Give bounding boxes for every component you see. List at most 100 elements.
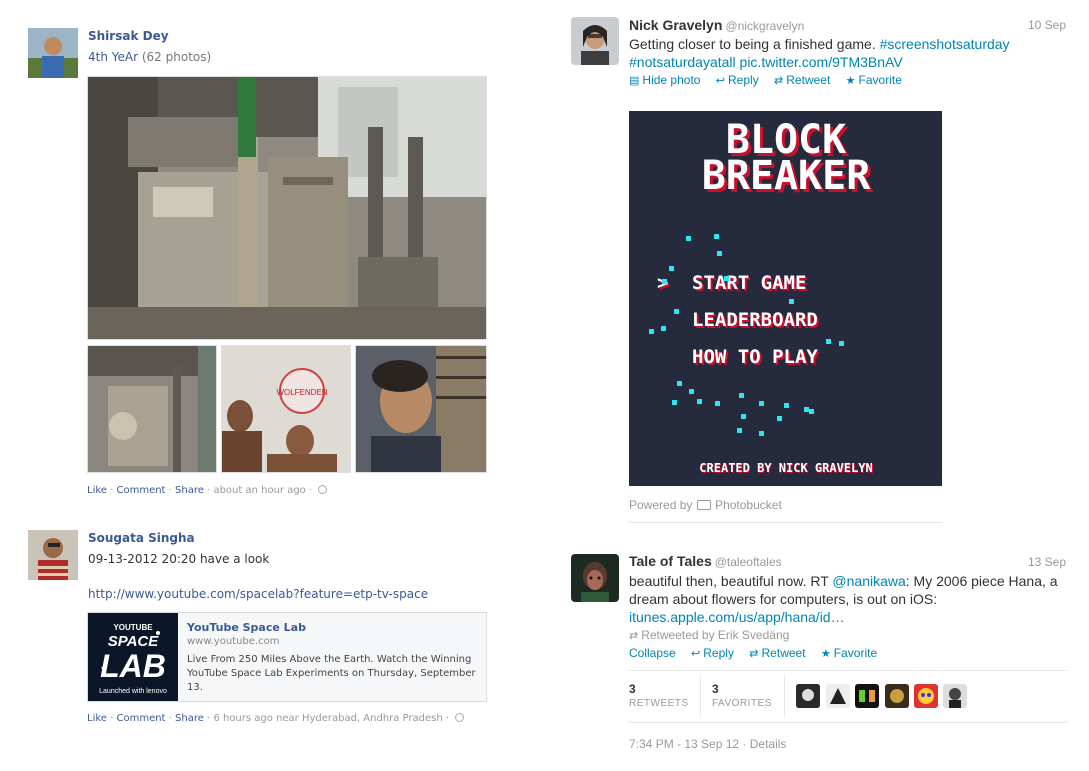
tweet-text-body: beautiful then, beautiful now. RT — [629, 573, 829, 589]
author-name[interactable]: Tale of Tales — [629, 553, 712, 569]
powered-by-label: Powered by — [629, 498, 693, 512]
favorite-button[interactable]: ★ Favorite — [821, 646, 877, 660]
favoriter-avatar[interactable] — [885, 684, 909, 708]
tweet-text: Getting closer to being a finished game.… — [629, 35, 1069, 71]
shared-url-link[interactable]: http://www.youtube.com/spacelab?feature=… — [88, 587, 428, 601]
share-link[interactable]: Share — [175, 713, 204, 724]
star-icon: ★ — [845, 75, 856, 87]
tweet-date[interactable]: 10 Sep — [1028, 18, 1066, 32]
tweet-date[interactable]: 13 Sep — [1028, 555, 1066, 569]
particle — [724, 276, 729, 281]
retweeted-by: ⇄ Retweeted by Erik Svedäng — [629, 628, 789, 642]
logo-line-3: LAB — [100, 648, 166, 684]
comment-link[interactable]: Comment — [116, 485, 165, 496]
avatar[interactable] — [28, 530, 78, 580]
retweet-label: Retweet — [761, 646, 806, 660]
tweet-author[interactable]: Tale of Tales @taleoftales — [629, 553, 782, 569]
details-link[interactable]: Details — [750, 737, 787, 751]
photobucket-link[interactable]: Photobucket — [715, 498, 782, 512]
avatar[interactable] — [571, 17, 619, 65]
favoriter-avatar[interactable] — [855, 684, 879, 708]
favoriter-avatar[interactable] — [796, 684, 820, 708]
timestamp-text[interactable]: 7:34 PM - 13 Sep 12 — [629, 737, 739, 751]
particle — [741, 414, 746, 419]
tweet-timestamp: 7:34 PM - 13 Sep 12 · Details — [629, 737, 787, 751]
photo-icon: ▤ — [629, 75, 640, 87]
favoriter-avatar[interactable] — [943, 684, 967, 708]
author-handle[interactable]: @nickgravelyn — [725, 19, 804, 33]
retweet-button[interactable]: ⇄ Retweet — [749, 646, 805, 660]
particle — [784, 403, 789, 408]
logo-line-1: YOUTUBE — [113, 623, 153, 632]
like-link[interactable]: Like — [87, 713, 107, 724]
particle — [662, 279, 667, 284]
game-title-line-2: BREAKER — [702, 153, 871, 199]
tweet-author[interactable]: Nick Gravelyn @nickgravelyn — [629, 17, 804, 33]
pic-link[interactable]: pic.twitter.com/9TM3BnAV — [740, 54, 903, 70]
mention-link[interactable]: @nanikawa — [832, 573, 905, 589]
hide-photo-button[interactable]: ▤ Hide photo — [629, 73, 700, 87]
favoriter-avatar[interactable] — [914, 684, 938, 708]
particle — [826, 339, 831, 344]
avatar[interactable] — [571, 554, 619, 602]
album-photo-main[interactable] — [87, 76, 487, 340]
menu-item-leaderboard: LEADERBOARD — [692, 309, 818, 331]
favorite-label: Favorite — [833, 646, 878, 660]
favoriter-avatar[interactable] — [826, 684, 850, 708]
particle — [669, 266, 674, 271]
hashtag-link[interactable]: #notsaturdayatall — [629, 54, 736, 70]
avatar-image — [826, 684, 850, 708]
particle — [674, 309, 679, 314]
post-time[interactable]: about an hour ago — [213, 485, 305, 496]
game-credit: CREATED BY NICK GRAVELYN — [699, 461, 872, 475]
link-preview-title[interactable]: YouTube Space Lab — [187, 621, 306, 634]
favorites-label[interactable]: FAVORITES — [712, 698, 772, 709]
retweet-button[interactable]: ⇄ Retweet — [774, 73, 830, 87]
menu-item-start: START GAME — [692, 272, 806, 294]
particle — [739, 393, 744, 398]
link-preview-thumbnail[interactable]: YOUTUBE SPACE LAB Launched with lenovo — [88, 613, 178, 701]
tweet-actions: ▤ Hide photo ↩ Reply ⇄ Retweet ★ Favorite — [629, 73, 914, 87]
photo-count: (62 photos) — [141, 50, 212, 64]
itunes-link[interactable]: itunes.apple.com/us/app/hana/id… — [629, 609, 845, 625]
avatar-image — [571, 17, 619, 65]
retweet-icon: ⇄ — [629, 630, 639, 642]
retweet-icon: ⇄ — [749, 648, 759, 660]
poster-text: WOLFENDEN — [276, 388, 327, 397]
tweet-actions: Collapse ↩ Reply ⇄ Retweet ★ Favorite — [629, 646, 889, 660]
comment-link[interactable]: Comment — [116, 713, 165, 724]
reply-button[interactable]: ↩ Reply — [691, 646, 734, 660]
retweeted-by-text[interactable]: Retweeted by Erik Svedäng — [641, 628, 789, 642]
hashtag-link[interactable]: #screenshotsaturday — [880, 36, 1010, 52]
link-preview[interactable]: YOUTUBE SPACE LAB Launched with lenovo Y… — [87, 612, 487, 702]
favorite-button[interactable]: ★ Favorite — [846, 73, 902, 87]
particle — [677, 381, 682, 386]
favorites-count[interactable]: 3 — [712, 682, 719, 696]
avatar[interactable] — [28, 28, 78, 78]
tweet-photo[interactable]: BLOCK BLOCK BREAKER BREAKER > > START GA… — [629, 111, 942, 486]
album-photo-thumb[interactable]: WOLFENDEN — [221, 345, 351, 473]
album-photo-thumb[interactable] — [87, 345, 217, 473]
reply-button[interactable]: ↩ Reply — [716, 73, 759, 87]
album-photo-thumb[interactable] — [355, 345, 487, 473]
album-link[interactable]: 4th YeAr — [88, 50, 138, 64]
post-time[interactable]: 6 hours ago near Hyderabad, Andhra Prade… — [213, 713, 442, 724]
collapse-button[interactable]: Collapse — [629, 646, 676, 660]
post-author[interactable]: Shirsak Dey — [88, 29, 169, 43]
retweets-count[interactable]: 3 — [629, 682, 636, 696]
particle — [672, 400, 677, 405]
author-handle[interactable]: @taleoftales — [715, 555, 782, 569]
particle — [649, 329, 654, 334]
avatar-image — [28, 28, 78, 78]
particle — [804, 407, 809, 412]
post-author[interactable]: Sougata Singha — [88, 531, 195, 545]
avatar-image — [885, 684, 909, 708]
author-name[interactable]: Nick Gravelyn — [629, 17, 722, 33]
retweets-label[interactable]: RETWEETS — [629, 698, 689, 709]
globe-icon — [455, 713, 465, 722]
particle — [697, 399, 702, 404]
avatar-image — [28, 530, 78, 580]
share-link[interactable]: Share — [175, 485, 204, 496]
menu-item-howto: HOW TO PLAY — [692, 346, 818, 368]
like-link[interactable]: Like — [87, 485, 107, 496]
